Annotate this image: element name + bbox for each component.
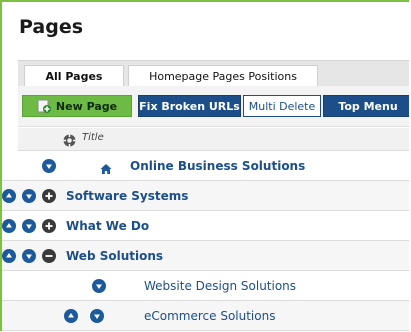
page-link[interactable]: Online Business Solutions (130, 159, 305, 173)
arrow-down-icon[interactable] (22, 219, 36, 233)
toolbar: New Page Fix Broken URLs Multi Delete To… (18, 86, 409, 127)
page-link[interactable]: Website Design Solutions (144, 279, 296, 293)
page-link[interactable]: What We Do (66, 219, 149, 233)
expand-plus-icon[interactable] (42, 219, 56, 233)
new-page-label: New Page (55, 100, 118, 113)
top-menu-button[interactable]: Top Menu (323, 95, 409, 117)
new-page-button[interactable]: New Page (22, 95, 132, 117)
multi-delete-button[interactable]: Multi Delete (243, 95, 321, 117)
arrow-down-icon[interactable] (22, 249, 36, 263)
arrow-down-icon[interactable] (92, 279, 106, 293)
table-header: Title (18, 128, 409, 151)
table-row: Software Systems (2, 181, 409, 211)
arrow-down-icon[interactable] (22, 189, 36, 203)
new-page-icon (37, 99, 51, 113)
arrow-down-icon[interactable] (42, 159, 56, 173)
page-title: Pages (19, 16, 84, 38)
page-link[interactable]: Software Systems (66, 189, 188, 203)
tab-bar: All Pages Homepage Pages Positions (18, 60, 409, 87)
arrow-up-icon[interactable] (2, 249, 16, 263)
table-row: Website Design Solutions (2, 271, 409, 301)
table-row: Online Business Solutions (2, 151, 409, 181)
table-row: Web Solutions (2, 241, 409, 271)
arrow-up-icon[interactable] (64, 309, 78, 323)
title-column-header[interactable]: Title (82, 132, 104, 143)
home-icon (100, 160, 112, 174)
table-row: What We Do (2, 211, 409, 241)
tab-homepage-positions[interactable]: Homepage Pages Positions (128, 65, 318, 86)
page-link[interactable]: Web Solutions (66, 249, 163, 263)
page-link[interactable]: eCommerce Solutions (144, 309, 275, 323)
arrow-up-icon[interactable] (2, 219, 16, 233)
expand-plus-icon[interactable] (42, 189, 56, 203)
fix-broken-urls-button[interactable]: Fix Broken URLs (138, 95, 241, 117)
content-frame: Pages All Pages Homepage Pages Positions… (0, 0, 409, 331)
tab-all-pages[interactable]: All Pages (24, 65, 124, 86)
arrow-down-icon[interactable] (90, 309, 104, 323)
table-row: eCommerce Solutions (2, 301, 409, 331)
collapse-minus-icon[interactable] (42, 249, 56, 263)
gear-icon[interactable] (63, 132, 76, 147)
arrow-up-icon[interactable] (2, 189, 16, 203)
